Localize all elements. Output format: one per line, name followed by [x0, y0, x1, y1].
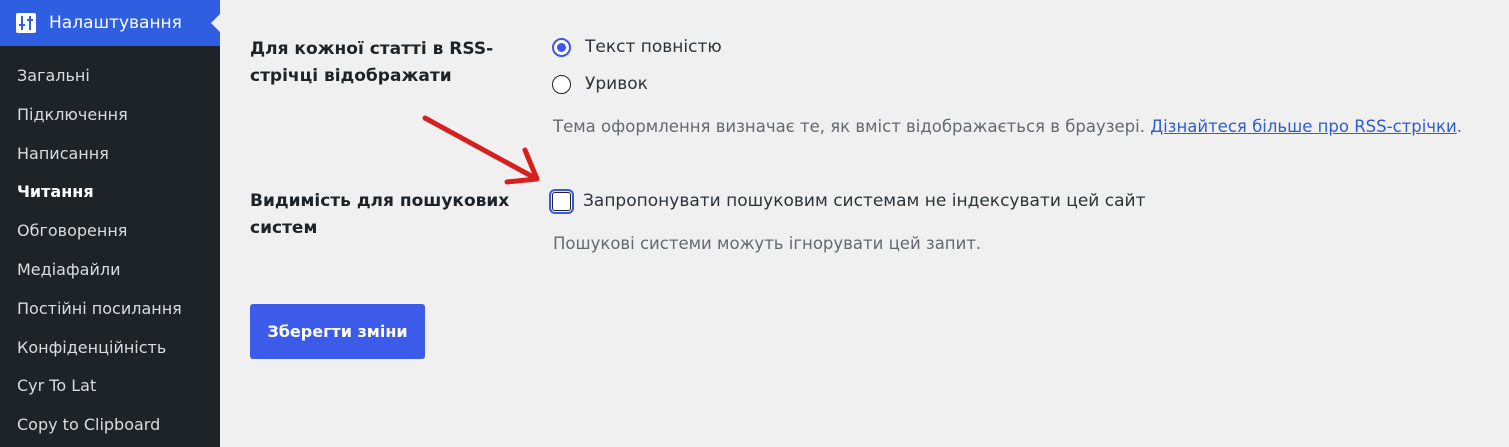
sidebar-item-cyr-to-lat[interactable]: Cyr To Lat	[0, 367, 220, 406]
rss-description-text: Тема оформлення визначає те, як вміст ві…	[553, 117, 1151, 136]
sidebar-header-settings[interactable]: Налаштування	[0, 0, 220, 46]
discourage-search-label[interactable]: Запропонувати пошуковим системам не інде…	[583, 191, 1145, 211]
sidebar-item-permalinks[interactable]: Постійні посилання	[0, 290, 220, 329]
sidebar-item-discussion[interactable]: Обговорення	[0, 212, 220, 251]
settings-sliders-icon	[16, 13, 36, 33]
sidebar-item-media[interactable]: Медіафайли	[0, 251, 220, 290]
sidebar-item-reading[interactable]: Читання	[0, 173, 220, 212]
sidebar-header-label: Налаштування	[49, 13, 182, 33]
rss-label-line2: стрічці відображати	[250, 66, 452, 86]
rss-full-text-label[interactable]: Текст повністю	[585, 37, 722, 57]
rss-option-excerpt-row[interactable]: Уривок	[552, 74, 648, 94]
rss-description: Тема оформлення визначає те, як вміст ві…	[553, 117, 1462, 136]
rss-learn-more-link[interactable]: Дізнайтеся більше про RSS-стрічки	[1150, 117, 1457, 136]
visibility-label-line1: Видимість для пошукових	[250, 191, 510, 211]
rss-excerpt-radio[interactable]	[552, 74, 571, 94]
discourage-search-row[interactable]: Запропонувати пошуковим системам не інде…	[549, 188, 1145, 214]
save-changes-button[interactable]: Зберегти зміни	[250, 304, 425, 359]
visibility-label-line2: систем	[250, 218, 318, 238]
sidebar-item-writing[interactable]: Написання	[0, 135, 220, 174]
visibility-field-label: Видимість для пошукових систем	[250, 188, 510, 242]
red-arrow-annotation	[422, 115, 540, 185]
visibility-description: Пошукові системи можуть ігнорувати цей з…	[553, 234, 982, 253]
admin-sidebar: Налаштування Загальні Підключення Написа…	[0, 0, 220, 447]
rss-option-full-row[interactable]: Текст повністю	[552, 37, 722, 57]
discourage-search-checkbox[interactable]	[549, 188, 574, 214]
sidebar-submenu: Загальні Підключення Написання Читання О…	[0, 57, 220, 445]
rss-description-end: .	[1456, 117, 1463, 136]
rss-full-text-radio[interactable]	[552, 37, 571, 57]
sidebar-item-general[interactable]: Загальні	[0, 57, 220, 96]
sidebar-item-connections[interactable]: Підключення	[0, 96, 220, 135]
sidebar-item-copy-to-clipboard[interactable]: Copy to Clipboard	[0, 406, 220, 445]
rss-field-label: Для кожної статті в RSS- стрічці відобра…	[250, 36, 510, 90]
sidebar-item-privacy[interactable]: Конфіденційність	[0, 329, 220, 368]
rss-excerpt-label[interactable]: Уривок	[585, 74, 648, 94]
rss-label-line1: Для кожної статті в RSS-	[250, 39, 494, 59]
